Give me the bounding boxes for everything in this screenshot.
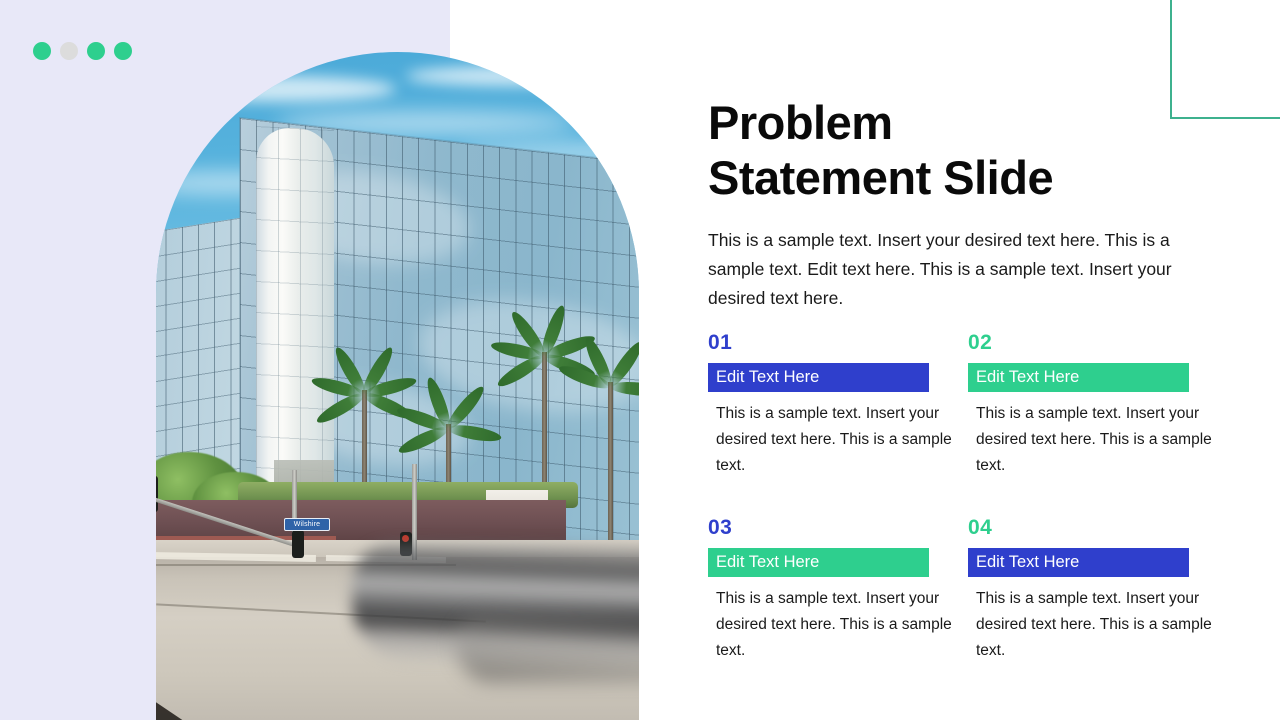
item-04[interactable]: 04 Edit Text Here This is a sample text.… xyxy=(968,517,1228,664)
item-03-description: This is a sample text. Insert your desir… xyxy=(716,590,952,660)
slide-canvas: Wilshire Problem Statement Slide This is… xyxy=(0,0,1280,720)
item-02[interactable]: 02 Edit Text Here This is a sample text.… xyxy=(968,332,1228,479)
items-row-top: 01 Edit Text Here This is a sample text.… xyxy=(708,332,1228,479)
content-column: Problem Statement Slide This is a sample… xyxy=(708,0,1268,720)
item-01-description: This is a sample text. Insert your desir… xyxy=(716,405,952,475)
background-panel-lower xyxy=(0,545,156,720)
item-01-bar[interactable]: Edit Text Here xyxy=(708,363,929,392)
item-01[interactable]: 01 Edit Text Here This is a sample text.… xyxy=(708,332,968,479)
building-photo: Wilshire xyxy=(156,52,639,720)
page-title: Problem Statement Slide xyxy=(708,95,1178,206)
item-04-number: 04 xyxy=(968,516,993,540)
items-row-bottom: 03 Edit Text Here This is a sample text.… xyxy=(708,517,1228,664)
items-grid: 01 Edit Text Here This is a sample text.… xyxy=(708,332,1228,664)
item-02-description: This is a sample text. Insert your desir… xyxy=(976,405,1212,475)
dot-3-icon xyxy=(87,42,105,60)
item-03-bar[interactable]: Edit Text Here xyxy=(708,548,929,578)
decorative-dots xyxy=(33,42,132,60)
pedestrian-signal xyxy=(292,530,304,558)
item-03[interactable]: 03 Edit Text Here This is a sample text.… xyxy=(708,517,968,664)
item-02-number: 02 xyxy=(968,331,993,354)
street-name-sign: Wilshire xyxy=(284,518,330,531)
dot-2-icon xyxy=(60,42,78,60)
item-02-bar[interactable]: Edit Text Here xyxy=(968,363,1189,392)
item-03-number: 03 xyxy=(708,516,733,540)
item-04-description: This is a sample text. Insert your desir… xyxy=(976,590,1212,660)
page-title-line2: Statement Slide xyxy=(708,151,1054,205)
item-04-bar[interactable]: Edit Text Here xyxy=(968,548,1189,578)
item-01-number: 01 xyxy=(708,331,733,354)
motion-blurred-car-shadow xyxy=(456,612,639,682)
intro-paragraph: This is a sample text. Insert your desir… xyxy=(708,230,1172,308)
traffic-signal-box xyxy=(156,476,158,512)
page-title-line1: Problem xyxy=(708,96,893,149)
cloud xyxy=(406,66,626,86)
signal-lamp-red xyxy=(401,535,409,542)
dot-4-icon xyxy=(114,42,132,60)
hero-photo-arch: Wilshire xyxy=(156,52,639,720)
cloud xyxy=(166,76,396,102)
dot-1-icon xyxy=(33,42,51,60)
